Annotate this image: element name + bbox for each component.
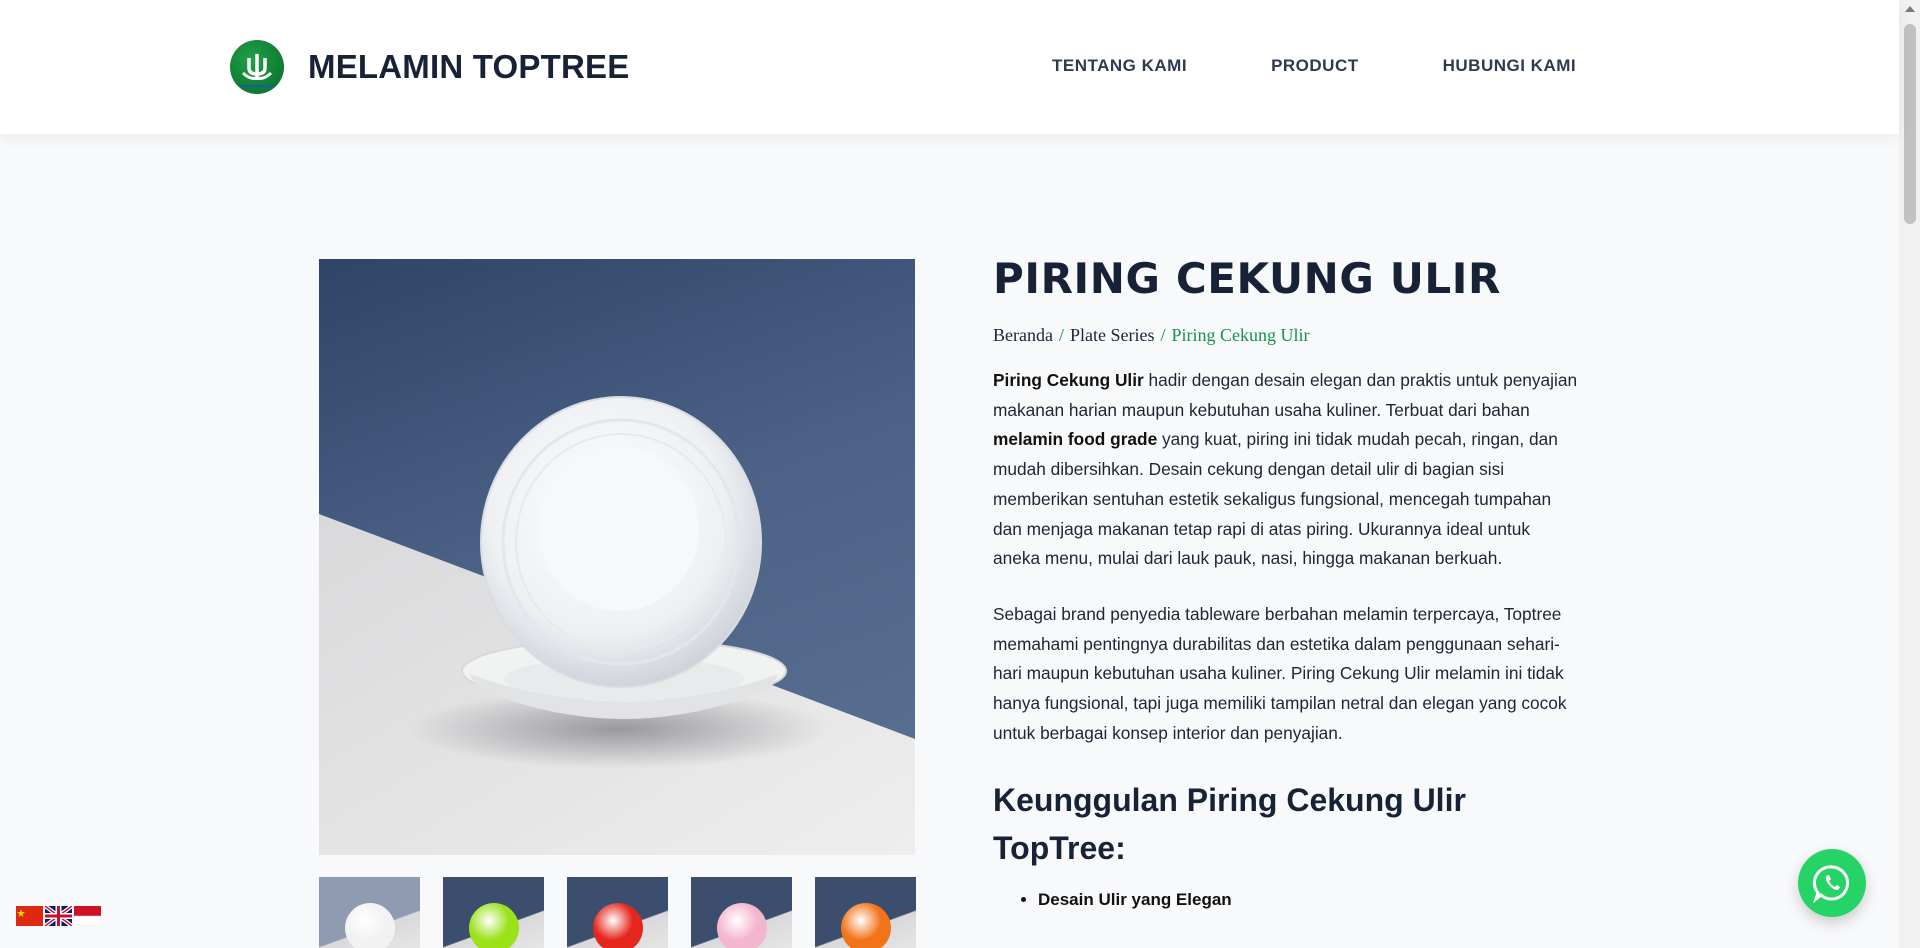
product-details: PIRING CEKUNG ULIR Beranda / Plate Series /… [993,254,1578,910]
nav-hubungi-kami[interactable]: HUBUNGI KAMI [1443,56,1577,76]
breadcrumb-category[interactable]: Plate Series [1070,325,1154,345]
site-header: MELAMIN TOPTREE TENTANG KAMI PRODUCT HUB… [0,0,1899,134]
nav-tentang-kami[interactable]: TENTANG KAMI [1052,56,1187,76]
product-photo [319,396,915,855]
brand-paragraph: Sebagai brand penyedia tableware berbaha… [993,603,1567,743]
language-switcher [16,906,103,926]
whatsapp-icon [1812,865,1850,903]
thumbnail-plate [593,903,643,948]
scrollbar-thumb[interactable] [1904,24,1916,224]
product-thumbnail[interactable] [691,877,792,948]
advantages-list: Desain Ulir yang Elegan [993,890,1578,910]
brand-logo[interactable]: MELAMIN TOPTREE [230,40,629,94]
product-main-image[interactable] [319,259,915,855]
whatsapp-button[interactable] [1798,849,1866,917]
flag-uk-icon[interactable] [45,906,72,926]
thumbnail-plate [717,903,767,948]
product-thumbnail[interactable] [319,877,420,948]
flag-indonesia-icon[interactable] [74,906,101,926]
thumbnail-plate [469,903,519,948]
product-thumbnail[interactable] [567,877,668,948]
page-scrollbar[interactable] [1899,0,1920,948]
list-item: Desain Ulir yang Elegan [1038,890,1578,910]
thumbnail-plate [345,903,395,948]
breadcrumb-current: Piring Cekung Ulir [1171,325,1310,345]
product-title: PIRING CEKUNG ULIR [993,254,1501,303]
flag-china-icon[interactable] [16,906,43,926]
thumbnail-plate [841,903,891,948]
breadcrumb-separator: / [1058,325,1064,345]
bold-material: melamin food grade [993,429,1158,450]
nav-product[interactable]: PRODUCT [1271,56,1359,76]
brand-name: MELAMIN TOPTREE [308,48,630,85]
description-text: yang kuat, piring ini tidak mudah pecah,… [993,429,1558,569]
description-paragraph: Piring Cekung Ulir hadir dengan desain e… [993,366,1578,574]
thumbnail-strip [319,877,916,948]
toptree-logo-icon [230,40,284,94]
scroll-up-arrow-icon[interactable] [1905,6,1915,12]
breadcrumb-separator: / [1160,325,1166,345]
bold-product-name: Piring Cekung Ulir [993,370,1144,390]
product-thumbnail[interactable] [815,877,916,948]
main-nav: TENTANG KAMI PRODUCT HUBUNGI KAMI [1052,56,1576,76]
breadcrumb-home[interactable]: Beranda [993,325,1053,345]
breadcrumb: Beranda / Plate Series / Piring Cekung Ulir [993,325,1578,346]
advantages-heading: Keunggulan Piring Cekung Ulir TopTree: [993,782,1466,867]
product-thumbnail[interactable] [443,877,544,948]
